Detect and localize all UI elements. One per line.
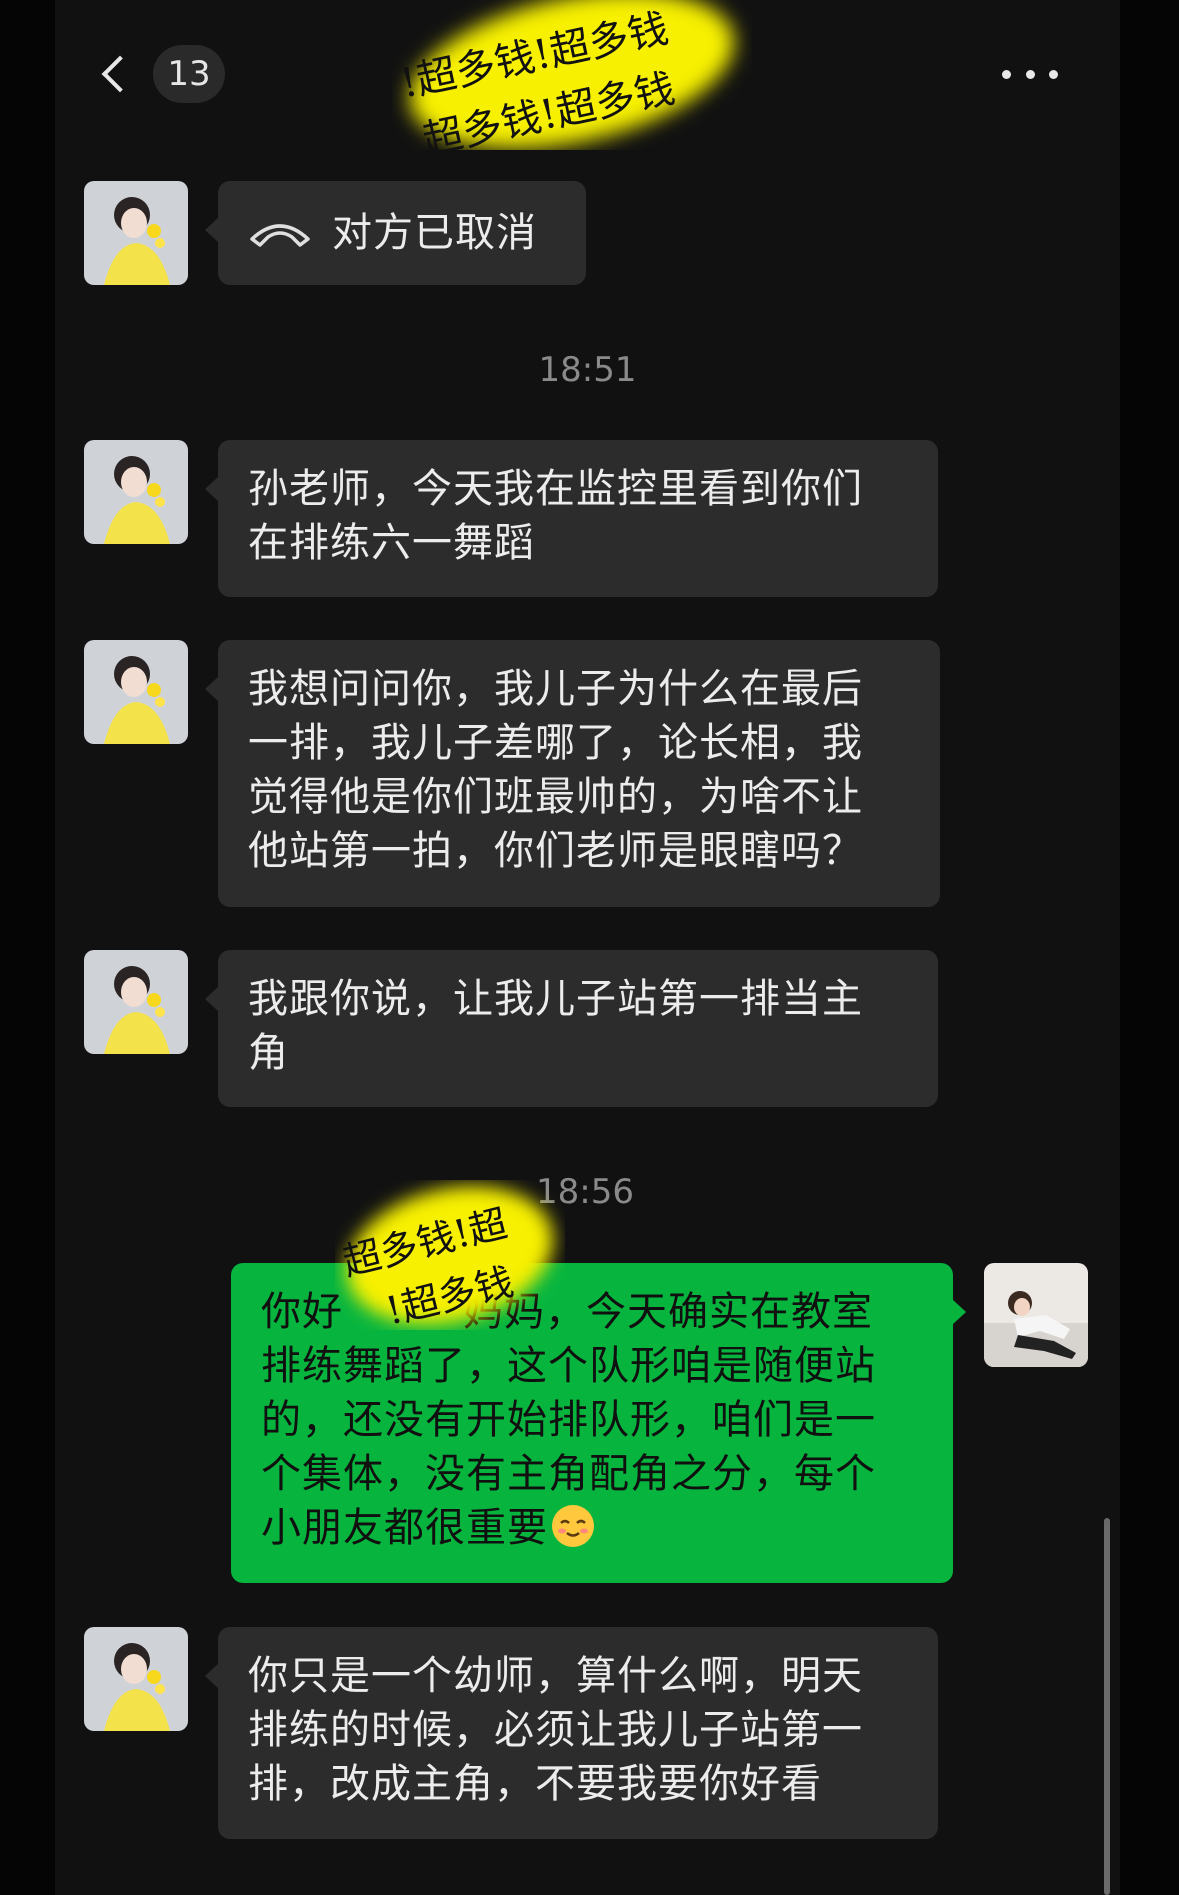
message-line: 在排练六一舞蹈 (248, 520, 535, 566)
message-line: 他站第一拍，你们老师是眼瞎吗？ (248, 828, 863, 874)
more-horizontal-icon (1002, 69, 1011, 79)
user-avatar[interactable] (984, 1263, 1088, 1367)
message-line: 我跟你说，让我儿子站第一排当主 (248, 976, 863, 1022)
contact-avatar[interactable] (84, 440, 188, 544)
phone-hangup-icon (250, 224, 310, 247)
chat-background (55, 0, 1120, 1895)
message-line: 小朋友都很重要 (261, 1501, 923, 1555)
call-status-text: 对方已取消 (332, 210, 537, 256)
unread-count-badge: 13 (153, 45, 225, 103)
timestamp: 18:51 (538, 350, 637, 390)
more-options-button[interactable] (1002, 54, 1058, 94)
chevron-left-icon (101, 55, 139, 93)
message-line: 的，还没有开始排队形，咱们是一 (261, 1397, 876, 1443)
message-line: 你只是一个幼师，算什么啊，明天 (248, 1653, 863, 1699)
message-line: 个集体，没有主角配角之分，每个 (261, 1451, 876, 1497)
chat-header: 13 (55, 0, 1120, 150)
message-line: 一排，我儿子差哪了，论长相，我 (248, 720, 863, 766)
contact-avatar[interactable] (84, 640, 188, 744)
message-bubble-incoming[interactable]: 你只是一个幼师，算什么啊，明天 排练的时候，必须让我儿子站第一 排，改成主角，不… (205, 1627, 938, 1839)
message-bubble-outgoing[interactable]: 你好 妈妈，今天确实在教室 排练舞蹈了，这个队形咱是随便站 的，还没有开始排队形，… (231, 1263, 966, 1583)
message-line: 排练的时候，必须让我儿子站第一 (248, 1707, 863, 1753)
message-line: 觉得他是你们班最帅的，为啥不让 (248, 774, 863, 820)
message-line: 角 (248, 1030, 289, 1076)
smiling-face-icon (552, 1505, 594, 1547)
message-line: 你好 妈妈，今天确实在教室 (261, 1289, 873, 1335)
timestamp: 18:56 (536, 1172, 634, 1212)
contact-avatar[interactable] (84, 181, 188, 285)
contact-avatar[interactable] (84, 1627, 188, 1731)
message-line: 孙老师，今天我在监控里看到你们 (248, 466, 863, 512)
call-record-bubble[interactable]: 对方已取消 (205, 181, 586, 285)
message-line: 排练舞蹈了，这个队形咱是随便站 (261, 1343, 876, 1389)
scrollbar[interactable] (1104, 1518, 1110, 1895)
message-line: 我想问问你，我儿子为什么在最后 (248, 666, 863, 712)
message-bubble-incoming[interactable]: 我跟你说，让我儿子站第一排当主 角 (205, 950, 938, 1107)
message-bubble-incoming[interactable]: 孙老师，今天我在监控里看到你们 在排练六一舞蹈 (205, 440, 938, 597)
contact-avatar[interactable] (84, 950, 188, 1054)
message-bubble-incoming[interactable]: 我想问问你，我儿子为什么在最后 一排，我儿子差哪了，论长相，我 觉得他是你们班最… (205, 640, 940, 907)
back-button[interactable]: 13 (91, 42, 231, 106)
message-line: 排，改成主角，不要我要你好看 (248, 1761, 822, 1807)
